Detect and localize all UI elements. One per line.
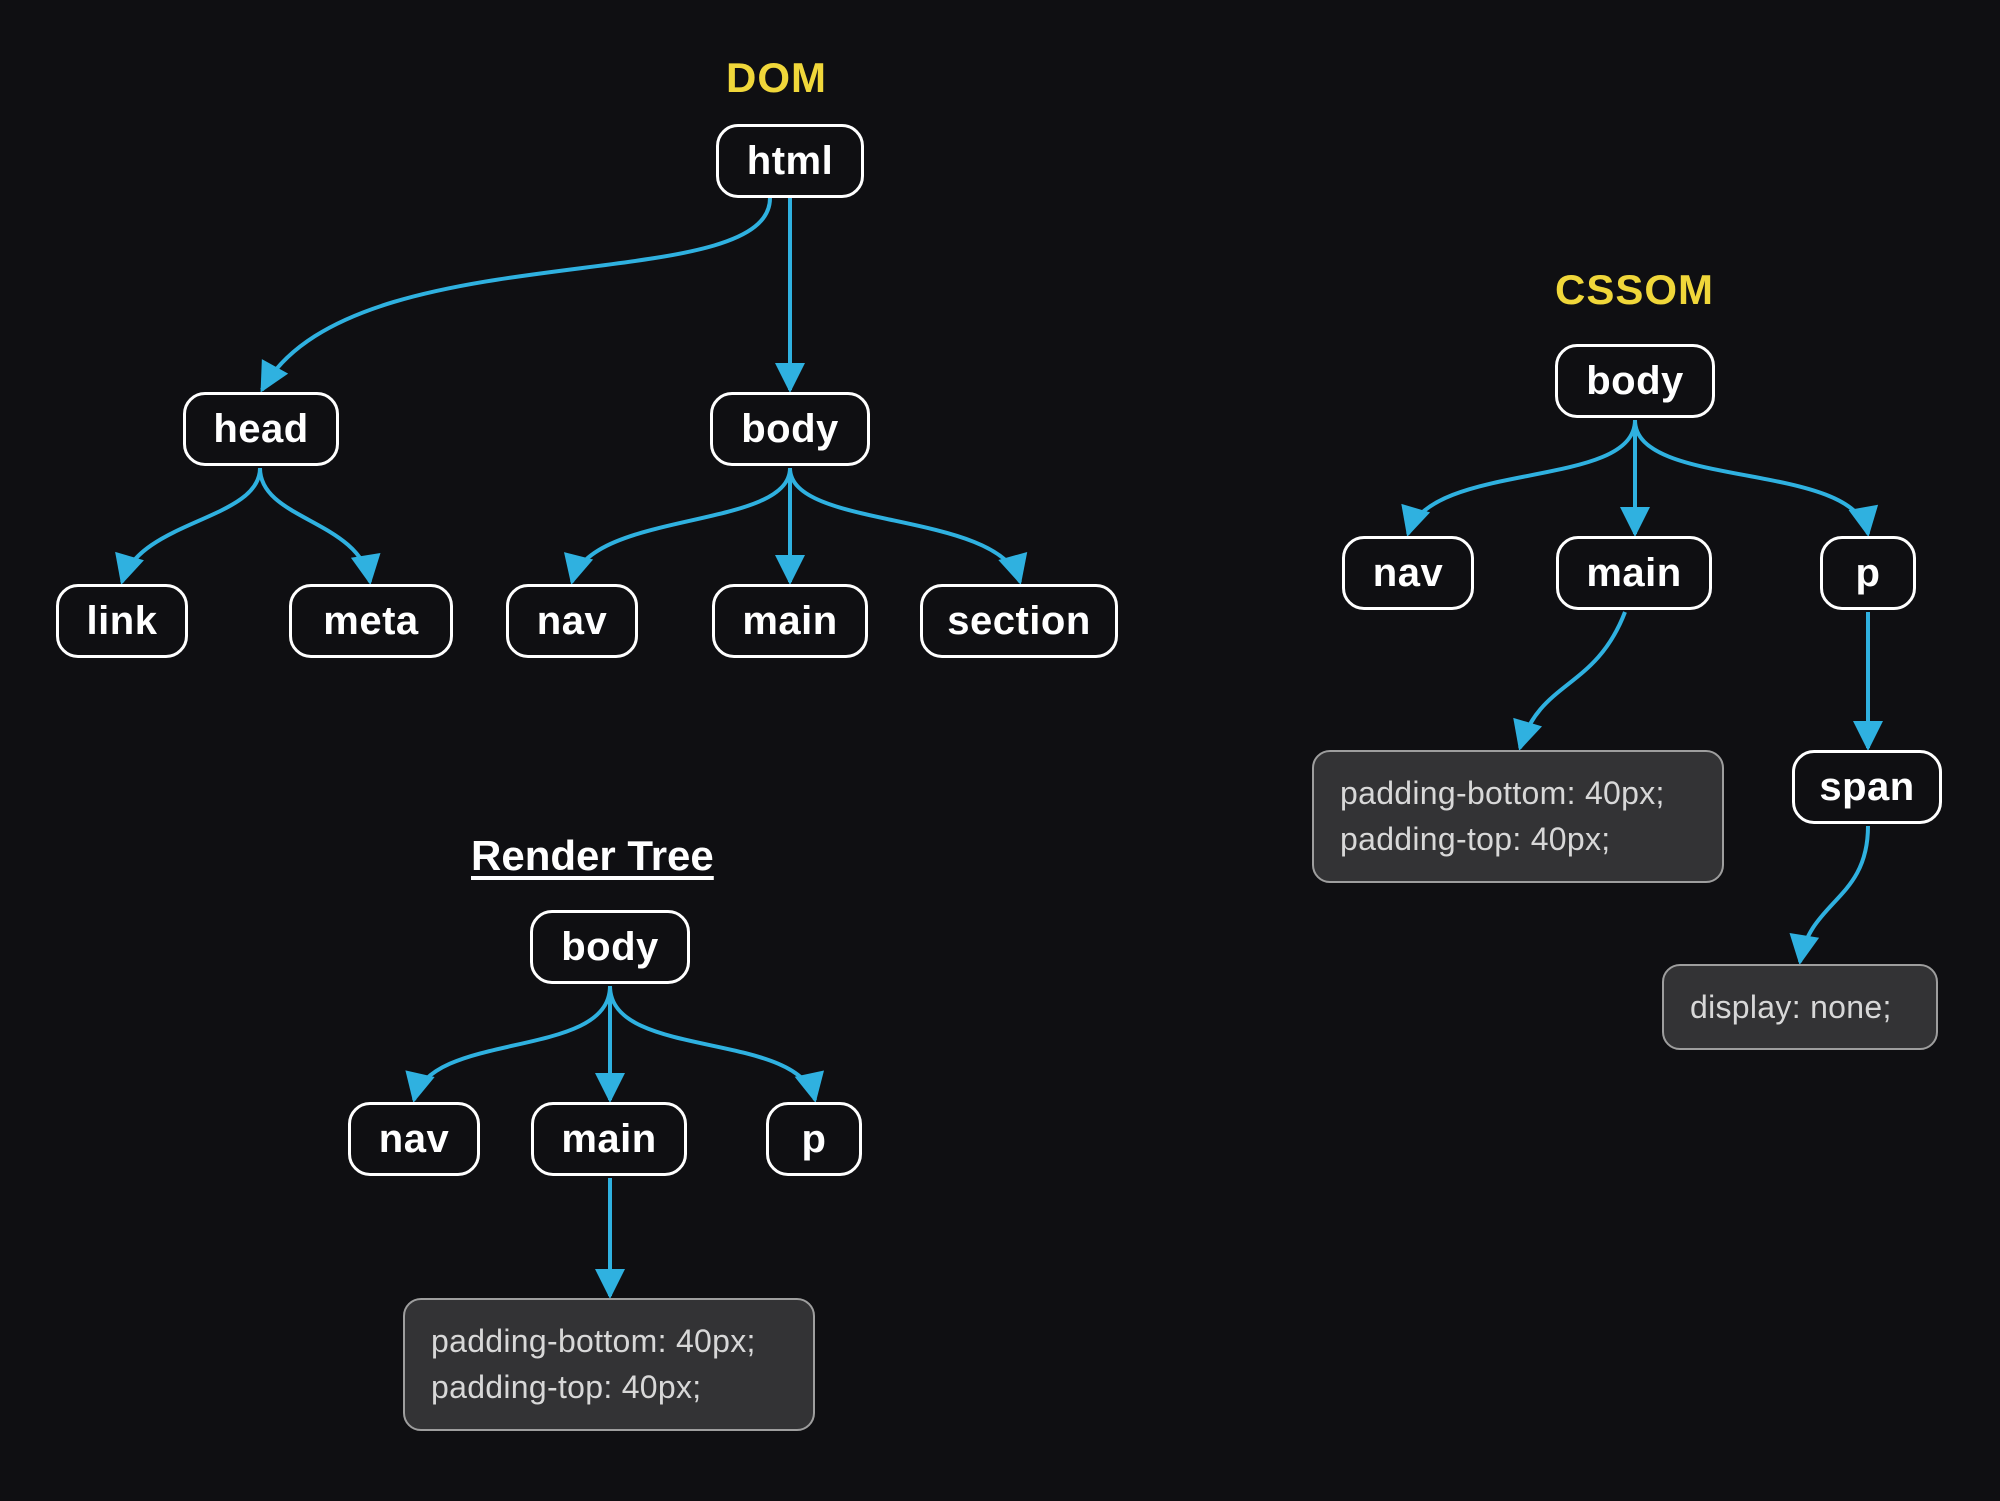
- dom-node-head: head: [183, 392, 339, 466]
- cssom-node-p: p: [1820, 536, 1916, 610]
- cssom-styles-span: display: none;: [1662, 964, 1938, 1050]
- render-styles-main: padding-bottom: 40px; padding-top: 40px;: [403, 1298, 815, 1431]
- dom-node-html: html: [716, 124, 864, 198]
- cssom-node-nav: nav: [1342, 536, 1474, 610]
- cssom-styles-main: padding-bottom: 40px; padding-top: 40px;: [1312, 750, 1724, 883]
- dom-node-body: body: [710, 392, 870, 466]
- dom-node-nav: nav: [506, 584, 638, 658]
- cssom-node-body: body: [1555, 344, 1715, 418]
- cssom-node-span: span: [1792, 750, 1942, 824]
- cssom-node-main: main: [1556, 536, 1712, 610]
- cssom-title: CSSOM: [1555, 266, 1714, 314]
- render-node-body: body: [530, 910, 690, 984]
- render-node-p: p: [766, 1102, 862, 1176]
- dom-node-link: link: [56, 584, 188, 658]
- dom-title: DOM: [726, 54, 827, 102]
- dom-node-main: main: [712, 584, 868, 658]
- render-node-nav: nav: [348, 1102, 480, 1176]
- dom-node-meta: meta: [289, 584, 453, 658]
- render-node-main: main: [531, 1102, 687, 1176]
- dom-node-section: section: [920, 584, 1118, 658]
- render-tree-title: Render Tree: [471, 832, 714, 880]
